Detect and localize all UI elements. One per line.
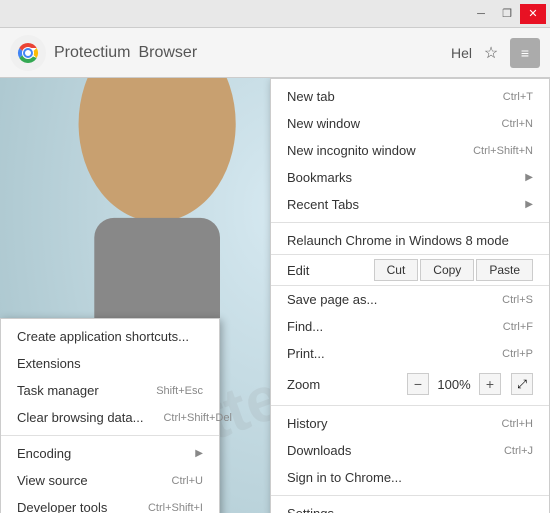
zoom-in-button[interactable]: + bbox=[479, 373, 501, 395]
toolbar: Protectium Browser Hel ☆ ≡ bbox=[0, 28, 550, 78]
minimize-button[interactable]: ─ bbox=[468, 4, 494, 24]
menu-item-settings[interactable]: Settings bbox=[271, 500, 549, 513]
toolbar-right: Hel ☆ ≡ bbox=[451, 38, 540, 68]
zoom-value: 100% bbox=[435, 377, 473, 392]
brand-name: Protectium bbox=[54, 44, 130, 62]
right-menu-separator-3 bbox=[271, 495, 549, 496]
menu-item-print[interactable]: Print... Ctrl+P bbox=[271, 340, 549, 367]
close-button[interactable]: ✕ bbox=[520, 4, 546, 24]
edit-label: Edit bbox=[287, 263, 309, 278]
menu-item-sign-in[interactable]: Sign in to Chrome... bbox=[271, 464, 549, 491]
fullscreen-button[interactable]: ⤢ bbox=[511, 373, 533, 395]
title-bar: ─ ❐ ✕ bbox=[0, 0, 550, 28]
main-menu-button[interactable]: ≡ bbox=[510, 38, 540, 68]
paste-button[interactable]: Paste bbox=[476, 259, 533, 281]
menu-item-task-manager[interactable]: Task manager Shift+Esc bbox=[1, 377, 219, 404]
zoom-label: Zoom bbox=[287, 377, 401, 392]
menu-item-extensions[interactable]: Extensions bbox=[1, 350, 219, 377]
zoom-bar: Zoom − 100% + ⤢ bbox=[271, 367, 549, 401]
menu-item-relaunch-chrome[interactable]: Relaunch Chrome in Windows 8 mode bbox=[271, 227, 549, 254]
menu-item-new-incognito[interactable]: New incognito window Ctrl+Shift+N bbox=[271, 137, 549, 164]
brand-logo bbox=[10, 35, 46, 71]
cut-button[interactable]: Cut bbox=[374, 259, 419, 281]
menu-item-clear-browsing[interactable]: Clear browsing data... Ctrl+Shift+Del bbox=[1, 404, 219, 431]
right-menu-separator-1 bbox=[271, 222, 549, 223]
restore-button[interactable]: ❐ bbox=[494, 4, 520, 24]
menu-item-new-tab[interactable]: New tab Ctrl+T bbox=[271, 83, 549, 110]
brand: Protectium Browser bbox=[10, 35, 197, 71]
bookmark-star-icon[interactable]: ☆ bbox=[476, 38, 506, 68]
brand-separator: Browser bbox=[138, 44, 197, 62]
zoom-out-button[interactable]: − bbox=[407, 373, 429, 395]
menu-item-find[interactable]: Find... Ctrl+F bbox=[271, 313, 549, 340]
browser-window: ─ ❐ ✕ Protectium Browser Hel bbox=[0, 0, 550, 513]
menu-item-save-page[interactable]: Save page as... Ctrl+S bbox=[271, 286, 549, 313]
help-text: Hel bbox=[451, 45, 472, 61]
menu-item-create-shortcuts[interactable]: Create application shortcuts... bbox=[1, 323, 219, 350]
menu-item-developer-tools[interactable]: Developer tools Ctrl+Shift+I bbox=[1, 494, 219, 513]
left-context-menu: Create application shortcuts... Extensio… bbox=[0, 318, 220, 513]
menu-item-recent-tabs[interactable]: Recent Tabs ▶ bbox=[271, 191, 549, 218]
menu-item-encoding[interactable]: Encoding ▶ bbox=[1, 440, 219, 467]
menu-item-history[interactable]: History Ctrl+H bbox=[271, 410, 549, 437]
menu-item-new-window[interactable]: New window Ctrl+N bbox=[271, 110, 549, 137]
menu-item-downloads[interactable]: Downloads Ctrl+J bbox=[271, 437, 549, 464]
copy-button[interactable]: Copy bbox=[420, 259, 474, 281]
right-main-menu: New tab Ctrl+T New window Ctrl+N New inc… bbox=[270, 78, 550, 513]
menu-item-bookmarks[interactable]: Bookmarks ▶ bbox=[271, 164, 549, 191]
menu-item-view-source[interactable]: View source Ctrl+U bbox=[1, 467, 219, 494]
page-content: shutterstock Create application shortcut… bbox=[0, 78, 550, 513]
edit-bar: Edit Cut Copy Paste bbox=[271, 254, 549, 286]
left-menu-separator-1 bbox=[1, 435, 219, 436]
right-menu-separator-2 bbox=[271, 405, 549, 406]
